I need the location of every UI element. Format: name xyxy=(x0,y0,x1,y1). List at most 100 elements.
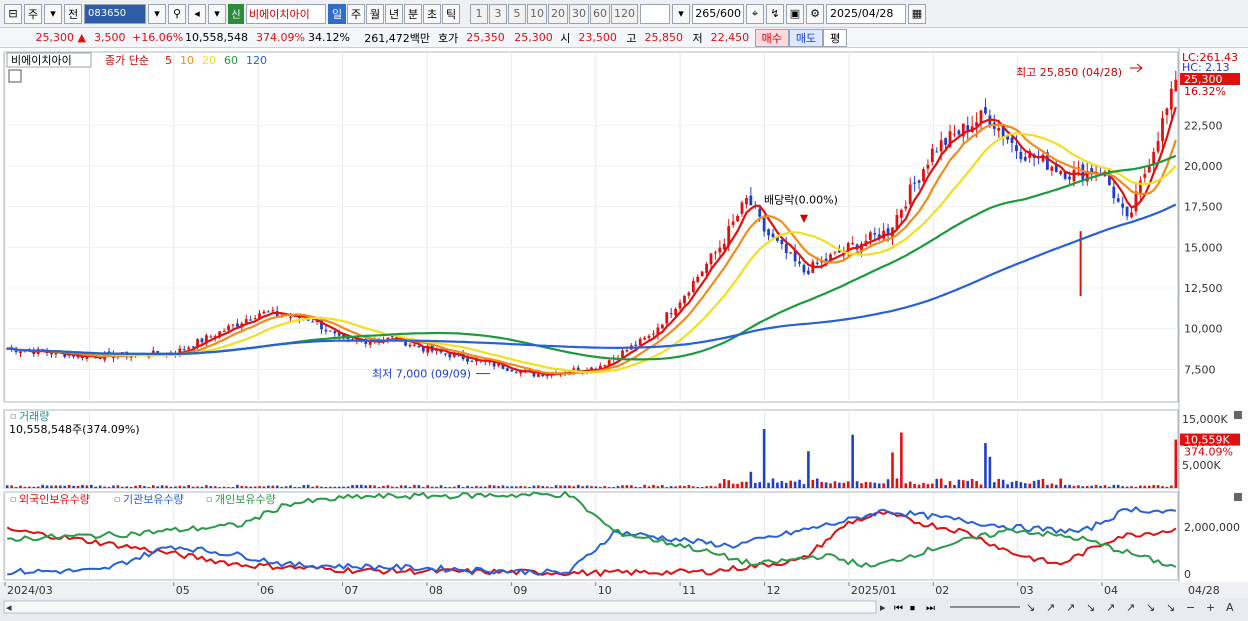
period-tab-1[interactable]: 주 xyxy=(347,3,365,24)
interval-tab-20[interactable]: 20 xyxy=(548,3,568,24)
save-icon[interactable]: ▣ xyxy=(786,3,804,24)
volume-bar xyxy=(860,483,863,488)
scroll-track[interactable] xyxy=(3,600,877,614)
volume-bar xyxy=(165,485,168,488)
candle-body xyxy=(691,280,695,292)
prev-button[interactable]: 전 xyxy=(64,3,82,24)
interval-tab-3[interactable]: 3 xyxy=(489,3,507,24)
candle-body xyxy=(222,330,226,332)
candle-body xyxy=(514,372,518,374)
volume-bar xyxy=(156,486,160,488)
y-tick-label: 20,000 xyxy=(1184,160,1223,173)
x-tick-label: 11 xyxy=(682,584,696,597)
count-input[interactable]: 265/600 xyxy=(692,3,744,24)
candle-body xyxy=(262,311,266,314)
candle-body xyxy=(448,353,452,358)
ask1: 25,350 xyxy=(466,31,505,44)
volume-bar xyxy=(492,485,496,488)
dropdown-icon[interactable]: ▾ xyxy=(44,3,62,24)
buy-button[interactable]: 매수 xyxy=(754,28,789,47)
volume-bar xyxy=(966,480,970,488)
legend-ma-10: 10 xyxy=(180,54,194,67)
volume-bar xyxy=(727,480,731,488)
panel-toggle-icon[interactable] xyxy=(8,69,22,83)
low-annotation: 최저 7,000 (09/09) xyxy=(372,368,471,381)
volume-bar xyxy=(767,482,770,488)
volume-bar xyxy=(815,478,819,488)
volume-bar xyxy=(107,486,111,488)
volume-bar xyxy=(510,486,514,488)
code-dropdown-icon[interactable]: ▾ xyxy=(148,3,166,24)
interval-tab-10[interactable]: 10 xyxy=(527,3,547,24)
close-panel-icon[interactable] xyxy=(1234,493,1242,501)
stock-name[interactable]: 비에이치아이 xyxy=(246,3,326,24)
avg-button[interactable]: 평 xyxy=(823,28,848,47)
mode-select[interactable]: 주 xyxy=(24,3,42,24)
window-icon[interactable]: ⊟ xyxy=(4,3,22,24)
volume-bar xyxy=(669,486,673,488)
interval-dropdown-icon[interactable]: ▾ xyxy=(672,3,690,24)
interval-tab-60[interactable]: 60 xyxy=(590,3,610,24)
volume-bar xyxy=(1050,483,1054,488)
candle-body xyxy=(868,232,872,240)
stock-chart[interactable]: 2024/03 05 06 07 08 09 10 11 12 2025/01 02 03 04 04/2… xyxy=(0,48,1248,621)
interval-tab-1[interactable]: 1 xyxy=(470,3,488,24)
crosshair-icon[interactable]: ⌖ xyxy=(746,3,764,24)
candle-body xyxy=(324,329,328,332)
interval-select[interactable] xyxy=(640,3,670,24)
date-input[interactable]: 2025/04/28 xyxy=(826,3,906,24)
volume-bar xyxy=(908,481,912,488)
holding-legend-1: 기관보유수량 xyxy=(123,493,184,506)
volume-bar xyxy=(789,480,792,488)
speaker-icon[interactable]: ◂ xyxy=(188,3,206,24)
candle-body xyxy=(979,110,983,123)
period-tab-3[interactable]: 년 xyxy=(385,3,403,24)
sell-button[interactable]: 매도 xyxy=(788,28,824,47)
volume-bar xyxy=(572,486,576,488)
volume-bar xyxy=(360,484,363,488)
interval-tab-120[interactable]: 120 xyxy=(611,3,638,24)
period-tab-2[interactable]: 월 xyxy=(366,3,384,24)
volume-bar xyxy=(1037,479,1040,488)
volume-bar xyxy=(842,482,846,488)
volume-bar xyxy=(435,486,438,488)
volume-bar xyxy=(320,486,323,488)
candle-body xyxy=(209,336,213,338)
volume-bar xyxy=(45,485,49,488)
volume-bar xyxy=(262,486,266,488)
interval-tab-5[interactable]: 5 xyxy=(508,3,526,24)
volume-bar xyxy=(762,429,766,488)
calendar-icon[interactable]: ▦ xyxy=(908,3,926,24)
x-tick-label: 09 xyxy=(513,584,527,597)
code-input[interactable]: 083650 xyxy=(84,3,146,24)
period-tab-6[interactable]: 틱 xyxy=(442,3,460,24)
high-label: 고 xyxy=(626,31,637,45)
interval-tab-30[interactable]: 30 xyxy=(569,3,589,24)
candle-body xyxy=(1147,166,1151,173)
legend-ma-label: 종가 단순 xyxy=(105,54,149,67)
legend-ma-60: 60 xyxy=(224,54,238,67)
candle-body xyxy=(1121,203,1125,208)
volume-bar xyxy=(1063,484,1067,488)
close-panel-icon[interactable] xyxy=(1234,411,1242,419)
period-tab-4[interactable]: 분 xyxy=(404,3,422,24)
volume-bar xyxy=(72,485,75,488)
search-icon[interactable]: ⚲ xyxy=(168,3,186,24)
volume-bar xyxy=(355,484,359,488)
volume-bar xyxy=(67,484,71,488)
candle-body xyxy=(922,169,925,182)
volume-bar xyxy=(1121,486,1124,488)
period-tab-0[interactable]: 일 xyxy=(328,3,346,24)
settings-icon[interactable]: ⚙ xyxy=(806,3,824,24)
candle-body xyxy=(328,330,332,332)
period-tab-5[interactable]: 초 xyxy=(423,3,441,24)
volume-bar xyxy=(116,485,120,488)
volume-bar xyxy=(19,485,22,488)
volume-bar xyxy=(284,486,288,488)
volume-bar xyxy=(957,479,961,488)
speaker-dropdown-icon[interactable]: ▾ xyxy=(208,3,226,24)
draw-icon[interactable]: ↯ xyxy=(766,3,784,24)
candle-body xyxy=(1059,171,1063,174)
volume-bar xyxy=(81,484,84,488)
volume-bar xyxy=(271,485,275,488)
